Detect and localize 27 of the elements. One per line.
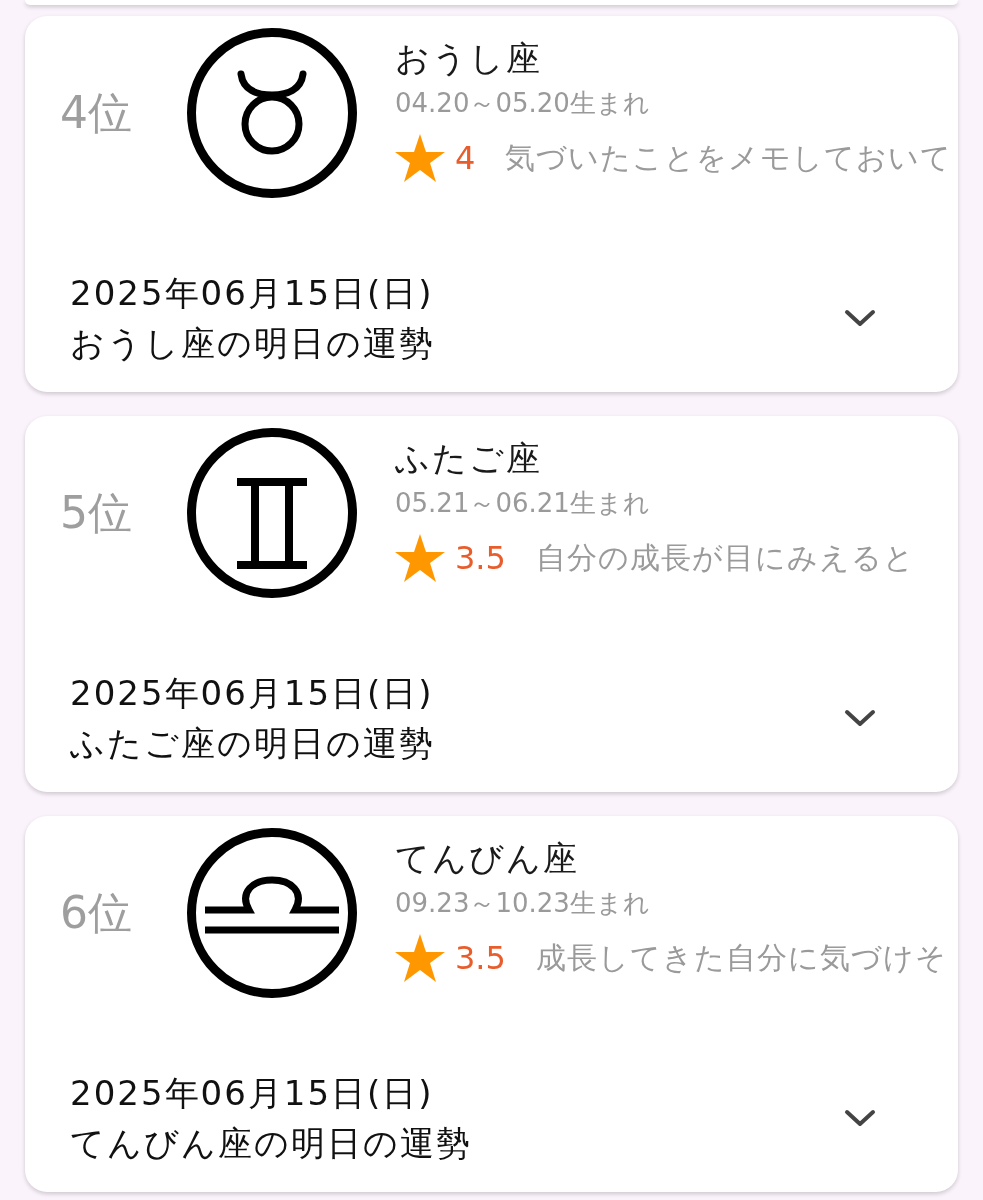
taurus-sign-icon [187,28,357,198]
birth-date-range: 04.20～05.20生まれ [395,87,650,120]
fortune-date: 2025年06月15日(日) [70,272,434,315]
score-value: 3.5 [455,538,506,578]
score-value: 4 [455,138,476,178]
fortune-title: ふたご座の明日の運勢 [70,722,435,765]
rank-label: 5位 [60,487,132,539]
birth-date-range: 05.21～06.21生まれ [395,487,650,520]
score-value: 3.5 [455,938,506,978]
fortune-date: 2025年06月15日(日) [70,1072,434,1115]
sign-name: てんびん座 [395,837,579,880]
gemini-sign-icon [187,428,357,598]
fortune-title: てんびん座の明日の運勢 [70,1122,472,1165]
sign-name: おうし座 [395,37,542,80]
star-icon [395,934,445,982]
fortune-date: 2025年06月15日(日) [70,672,434,715]
sign-name: ふたご座 [395,437,542,480]
fortune-message: 成長してきた自分に気づけそ [535,939,947,977]
star-icon [395,534,445,582]
rank-label: 6位 [60,887,132,939]
rank-label: 4位 [60,87,132,139]
fortune-title: おうし座の明日の運勢 [70,322,435,365]
star-icon [395,134,445,182]
fortune-message: 気づいたことをメモしておいて [505,139,953,177]
fortune-message: 自分の成長が目にみえると [535,539,915,577]
birth-date-range: 09.23～10.23生まれ [395,887,650,920]
libra-sign-icon [187,828,357,998]
